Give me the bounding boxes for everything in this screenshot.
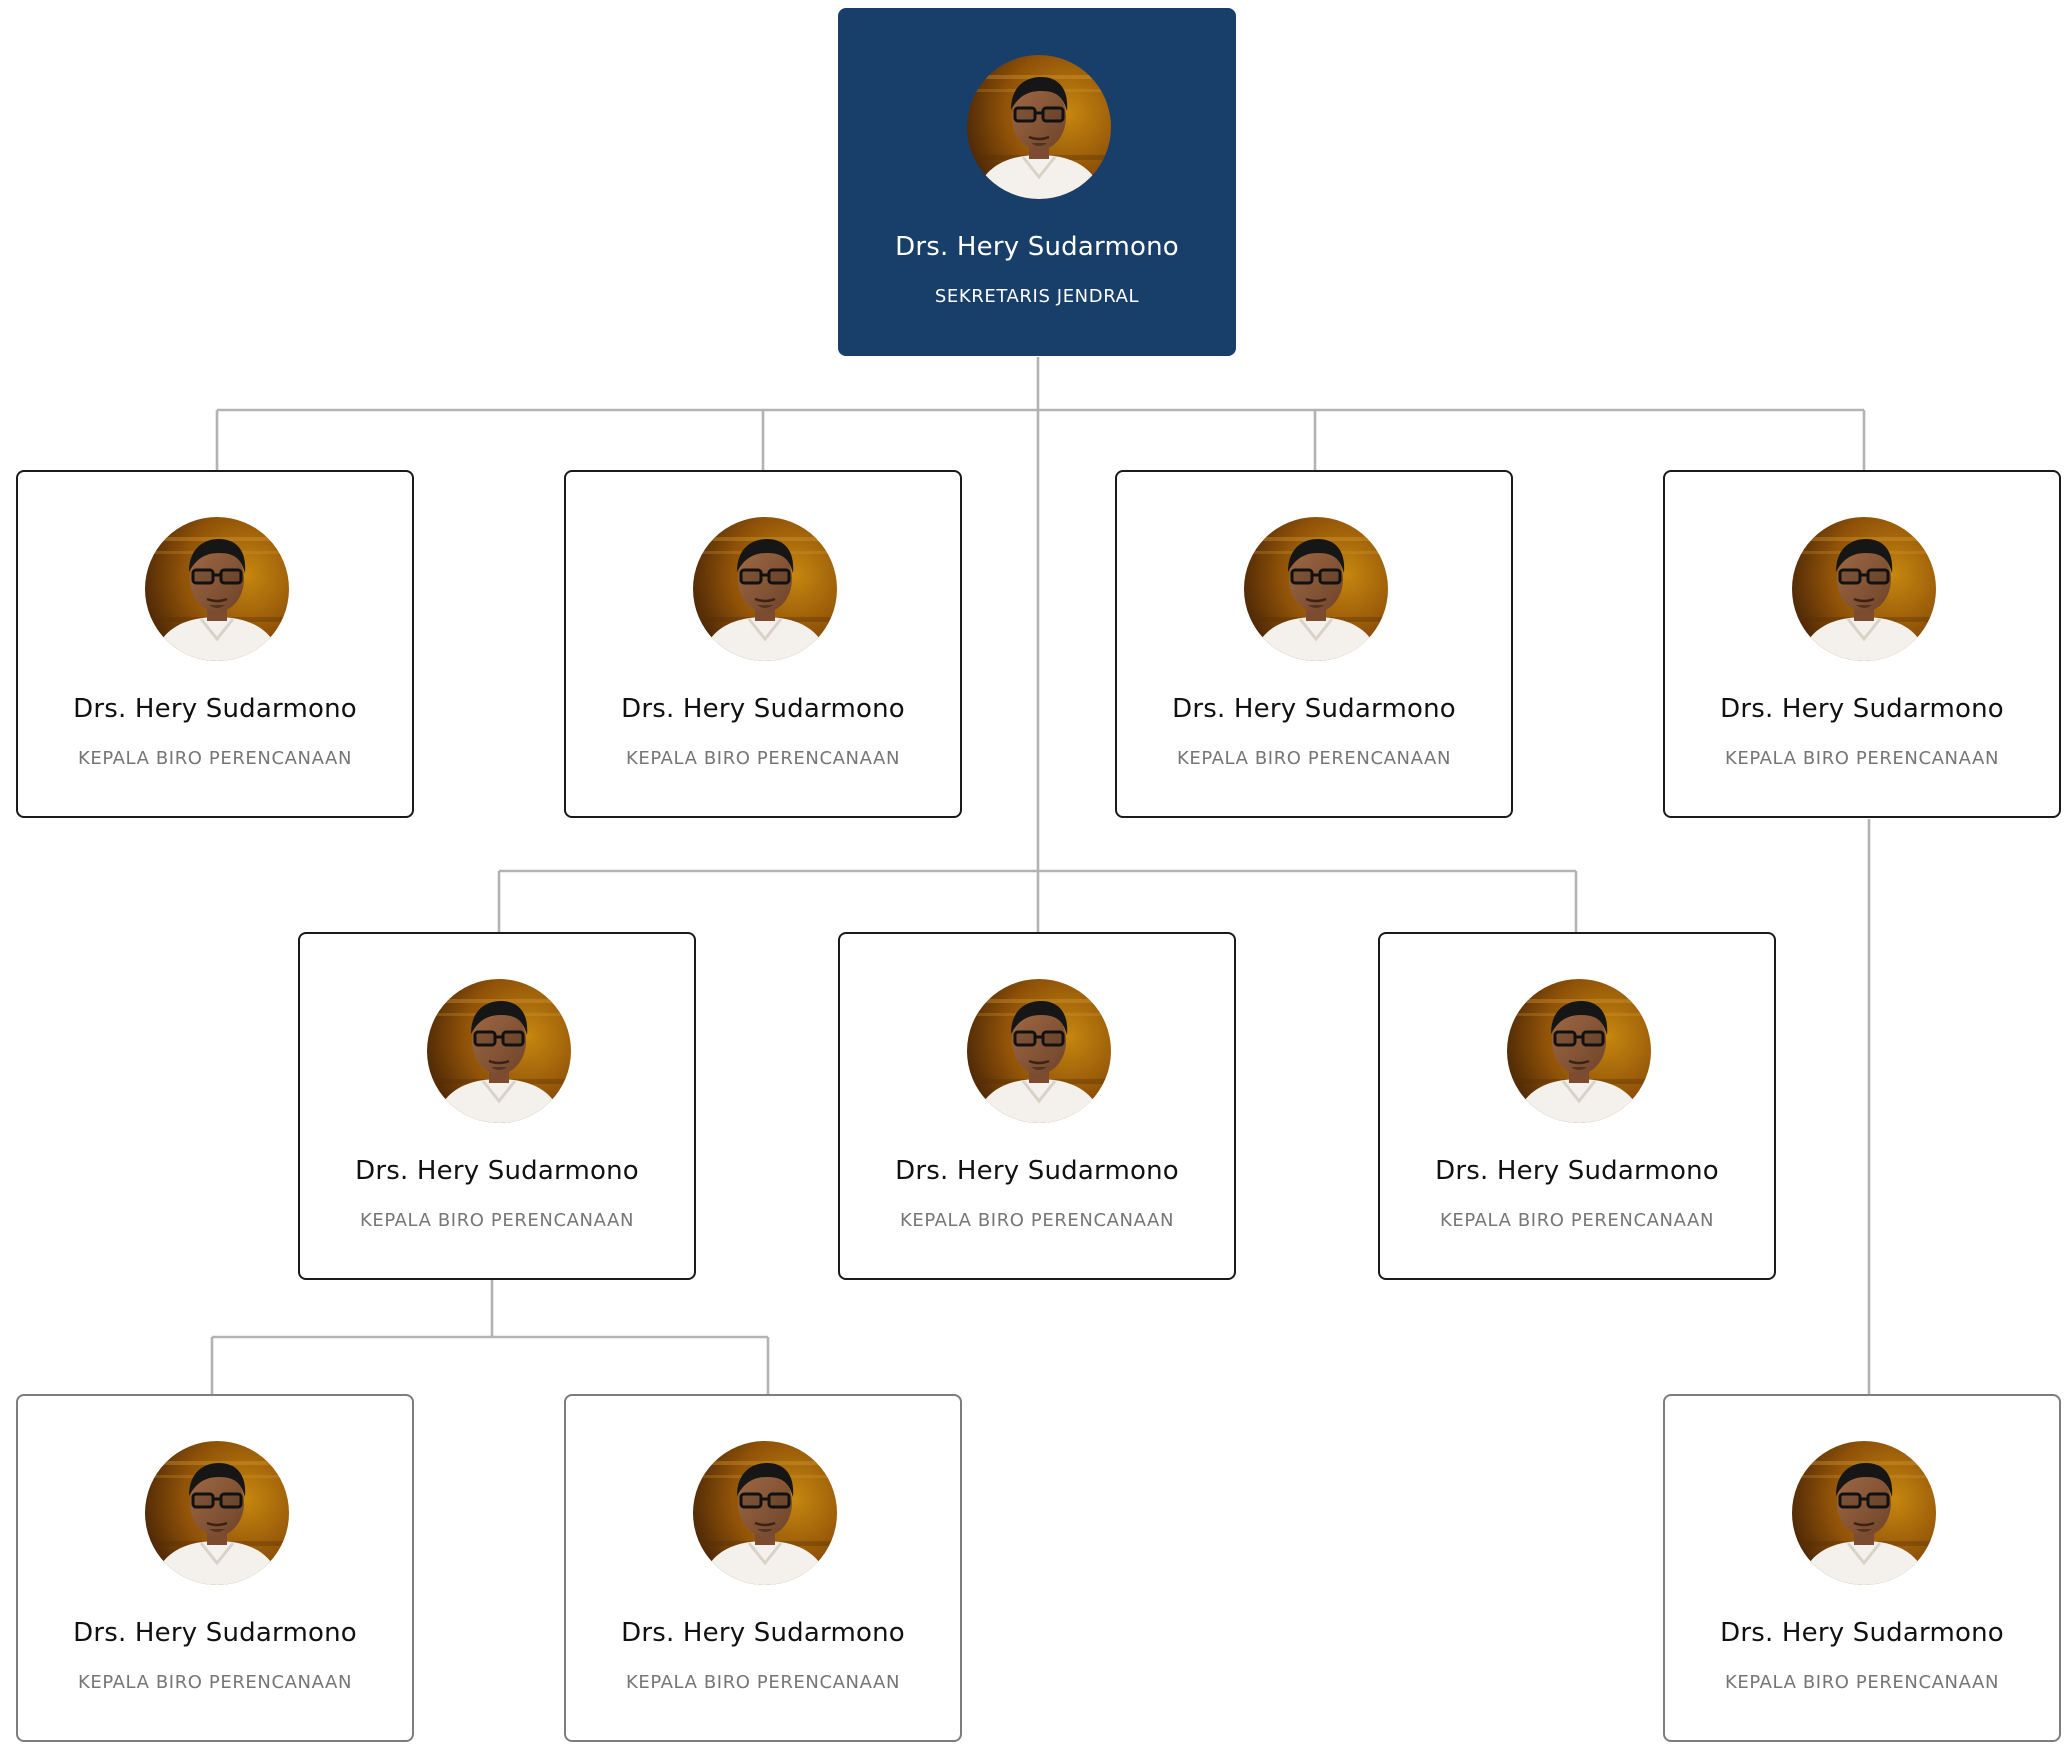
portrait-photo: [1244, 517, 1388, 661]
person-name: Drs. Hery Sudarmono: [1720, 1618, 2004, 1648]
org-card-level2-4[interactable]: Drs. Hery Sudarmono KEPALA BIRO PERENCAN…: [1663, 470, 2061, 818]
person-title: KEPALA BIRO PERENCANAAN: [899, 1210, 1175, 1231]
org-card-level3-1[interactable]: Drs. Hery Sudarmono KEPALA BIRO PERENCAN…: [298, 932, 696, 1280]
avatar: [145, 517, 289, 661]
org-card-level3-2[interactable]: Drs. Hery Sudarmono KEPALA BIRO PERENCAN…: [838, 932, 1236, 1280]
person-name: Drs. Hery Sudarmono: [1435, 1156, 1719, 1186]
portrait-photo: [1507, 979, 1651, 1123]
person-title: KEPALA BIRO PERENCANAAN: [1724, 748, 2000, 769]
org-card-level2-2[interactable]: Drs. Hery Sudarmono KEPALA BIRO PERENCAN…: [564, 470, 962, 818]
person-title: KEPALA BIRO PERENCANAAN: [1176, 748, 1452, 769]
avatar: [693, 1441, 837, 1585]
connector-level3-level4: [210, 1280, 770, 1394]
avatar: [145, 1441, 289, 1585]
person-name: Drs. Hery Sudarmono: [1172, 694, 1456, 724]
person-name: Drs. Hery Sudarmono: [621, 694, 905, 724]
avatar: [693, 517, 837, 661]
person-name: Drs. Hery Sudarmono: [73, 694, 357, 724]
org-card-level2-1[interactable]: Drs. Hery Sudarmono KEPALA BIRO PERENCAN…: [16, 470, 414, 818]
person-name: Drs. Hery Sudarmono: [895, 1156, 1179, 1186]
org-card-level4-2[interactable]: Drs. Hery Sudarmono KEPALA BIRO PERENCAN…: [564, 1394, 962, 1742]
org-card-level4-3[interactable]: Drs. Hery Sudarmono KEPALA BIRO PERENCAN…: [1663, 1394, 2061, 1742]
person-title: KEPALA BIRO PERENCANAAN: [77, 1672, 353, 1693]
person-name: Drs. Hery Sudarmono: [895, 232, 1179, 262]
org-card-level4-1[interactable]: Drs. Hery Sudarmono KEPALA BIRO PERENCAN…: [16, 1394, 414, 1742]
avatar: [1507, 979, 1651, 1123]
portrait-photo: [693, 1441, 837, 1585]
org-card-root[interactable]: Drs. Hery Sudarmono SEKRETARIS JENDRAL: [838, 8, 1236, 356]
person-name: Drs. Hery Sudarmono: [355, 1156, 639, 1186]
avatar: [1792, 1441, 1936, 1585]
person-title: KEPALA BIRO PERENCANAAN: [625, 748, 901, 769]
person-title: KEPALA BIRO PERENCANAAN: [1724, 1672, 2000, 1693]
portrait-photo: [145, 1441, 289, 1585]
person-title: KEPALA BIRO PERENCANAAN: [1439, 1210, 1715, 1231]
portrait-photo: [967, 55, 1111, 199]
person-title: KEPALA BIRO PERENCANAAN: [77, 748, 353, 769]
org-card-level3-3[interactable]: Drs. Hery Sudarmono KEPALA BIRO PERENCAN…: [1378, 932, 1776, 1280]
person-name: Drs. Hery Sudarmono: [621, 1618, 905, 1648]
portrait-photo: [1792, 1441, 1936, 1585]
portrait-photo: [967, 979, 1111, 1123]
portrait-photo: [145, 517, 289, 661]
portrait-photo: [693, 517, 837, 661]
person-title: SEKRETARIS JENDRAL: [934, 286, 1140, 307]
avatar: [1792, 517, 1936, 661]
person-name: Drs. Hery Sudarmono: [1720, 694, 2004, 724]
avatar: [1244, 517, 1388, 661]
avatar: [967, 979, 1111, 1123]
person-title: KEPALA BIRO PERENCANAAN: [625, 1672, 901, 1693]
person-name: Drs. Hery Sudarmono: [73, 1618, 357, 1648]
avatar: [427, 979, 571, 1123]
portrait-photo: [427, 979, 571, 1123]
org-chart: Drs. Hery Sudarmono SEKRETARIS JENDRAL D…: [0, 0, 2070, 1756]
connector-root-level2: [215, 357, 1866, 470]
org-card-level2-3[interactable]: Drs. Hery Sudarmono KEPALA BIRO PERENCAN…: [1115, 470, 1513, 818]
person-title: KEPALA BIRO PERENCANAAN: [359, 1210, 635, 1231]
avatar: [967, 55, 1111, 199]
portrait-photo: [1792, 517, 1936, 661]
